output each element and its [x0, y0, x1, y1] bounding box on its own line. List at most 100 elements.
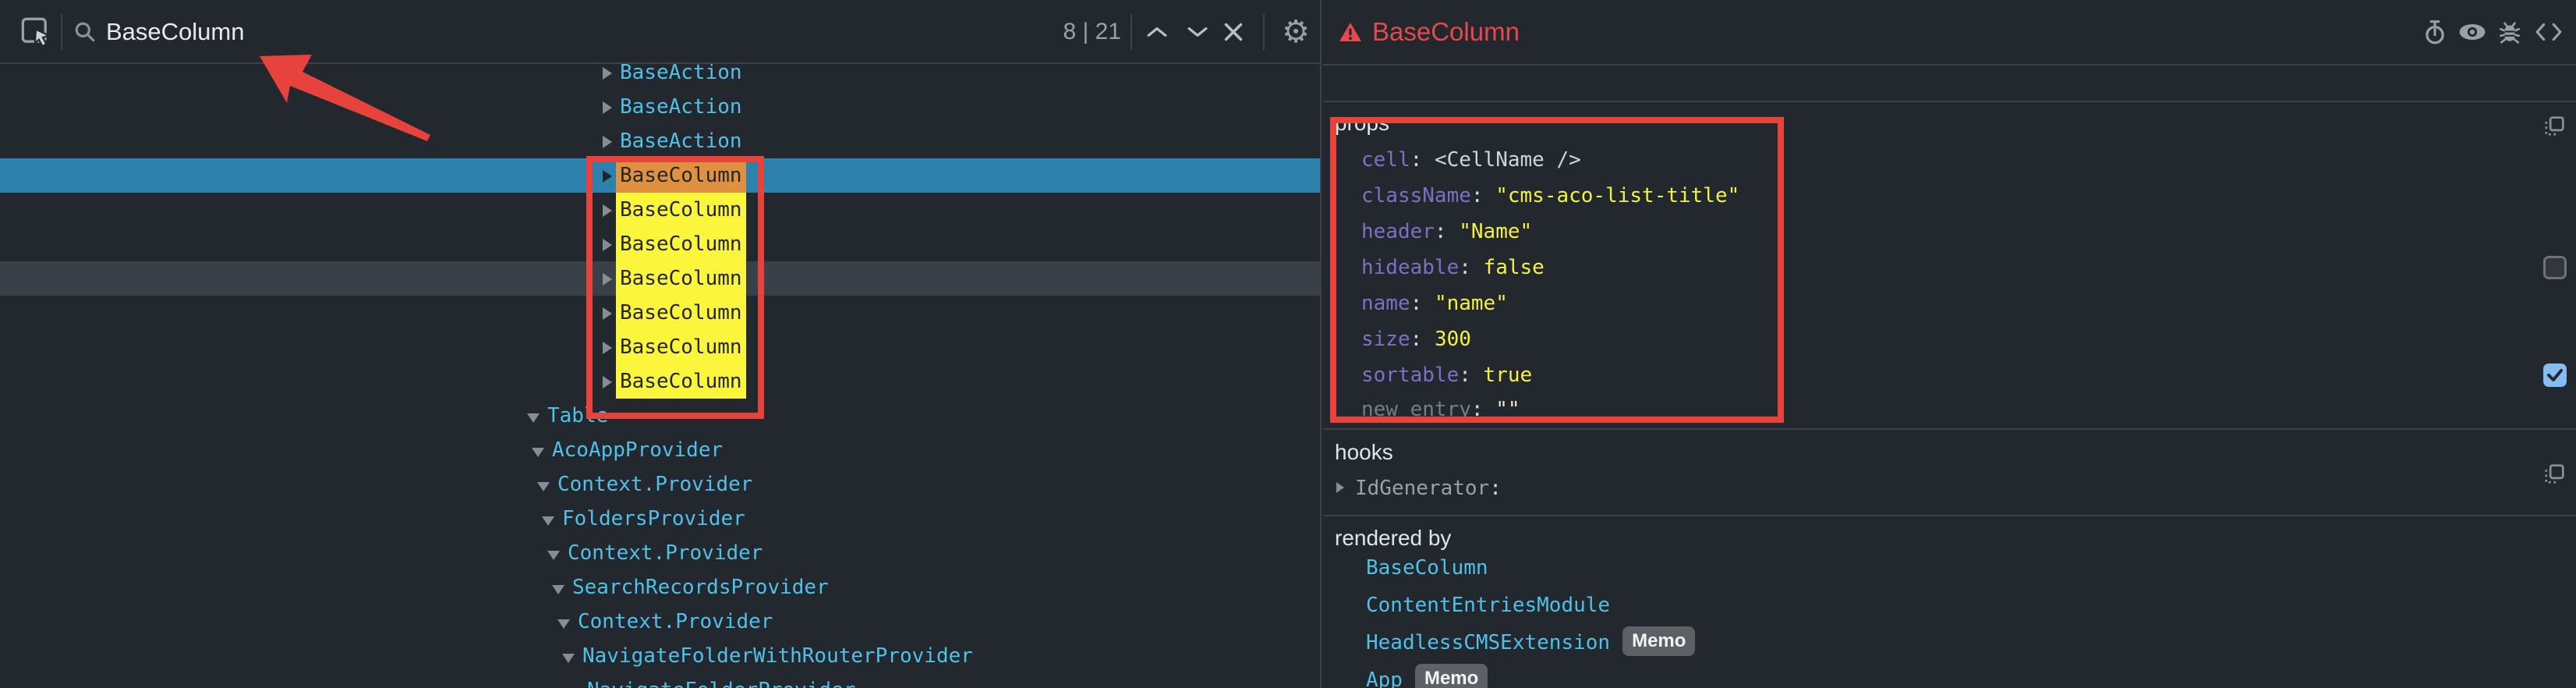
colon — [1435, 220, 1447, 243]
collapse-triangle-icon[interactable] — [1336, 482, 1344, 493]
hook-name: IdGenerator — [1355, 477, 1489, 500]
tree-row[interactable]: BaseAction — [0, 124, 1322, 158]
colon — [1459, 256, 1471, 279]
hideable-checkbox[interactable] — [2543, 256, 2567, 279]
collapse-triangle-icon[interactable] — [603, 342, 612, 354]
current-search-match: BaseColumn — [616, 158, 746, 193]
expand-triangle-icon[interactable] — [547, 551, 560, 560]
prop-value[interactable]: <CellName /> — [1435, 148, 1581, 172]
chevron-up-icon — [1147, 26, 1167, 38]
collapse-triangle-icon[interactable] — [603, 273, 612, 285]
clear-search-button[interactable] — [1221, 0, 1246, 64]
tree-row-hovered[interactable]: BaseColumn — [0, 261, 1322, 296]
colon — [1471, 184, 1484, 207]
search-icon — [73, 0, 97, 64]
tree-row[interactable]: Context.Provider — [0, 536, 1322, 570]
prop-key: cell — [1361, 148, 1410, 172]
inspected-element-header: BaseColumn — [1323, 0, 2576, 64]
component-name: FoldersProvider — [562, 502, 745, 536]
component-name: Context.Provider — [557, 467, 752, 502]
hooks-section-title: hooks — [1335, 438, 1393, 466]
collapse-triangle-icon[interactable] — [603, 307, 612, 320]
inspect-element-button[interactable] — [19, 0, 53, 64]
tree-row[interactable]: BaseColumn — [0, 364, 1322, 399]
search-match: BaseColumn — [616, 227, 746, 261]
component-name: NavigateFolderWithRouterProvider — [582, 639, 973, 673]
log-to-console-button[interactable] — [2497, 0, 2522, 64]
tree-row[interactable]: AcoAppProvider — [0, 433, 1322, 467]
inspected-element-panel: BaseColumn — [1323, 0, 2576, 688]
collapse-triangle-icon[interactable] — [603, 67, 612, 80]
prop-value[interactable]: 300 — [1435, 328, 1471, 351]
tree-row-selected[interactable]: BaseColumn — [0, 158, 1322, 193]
stopwatch-icon — [2422, 19, 2447, 45]
tree-row[interactable]: Table — [0, 399, 1322, 433]
collapse-triangle-icon[interactable] — [603, 239, 612, 251]
prop-key: sortable — [1361, 364, 1459, 387]
view-source-button[interactable] — [2535, 0, 2563, 64]
tree-row[interactable]: Context.Provider — [0, 467, 1322, 502]
section-divider — [1323, 515, 2576, 516]
bug-icon — [2497, 19, 2522, 45]
copy-props-button[interactable] — [2543, 115, 2565, 137]
expand-triangle-icon[interactable] — [542, 516, 554, 526]
component-name: BaseColumn — [616, 261, 746, 296]
tree-row[interactable]: BaseColumn — [0, 296, 1322, 330]
component-name: BaseColumn — [616, 158, 746, 193]
inspect-cursor-icon — [20, 16, 51, 48]
search-match: BaseColumn — [616, 261, 746, 296]
tree-row[interactable]: NavigateFolderProvider — [0, 673, 1322, 688]
inspect-dom-button[interactable] — [2458, 0, 2486, 64]
tree-row[interactable]: SearchRecordsProvider — [0, 570, 1322, 605]
prop-key: new entry — [1361, 398, 1471, 421]
previous-match-button[interactable] — [1145, 0, 1169, 64]
component-name: BaseAction — [620, 90, 742, 124]
tree-row[interactable]: BaseAction — [0, 90, 1322, 124]
tree-row[interactable]: BaseColumn — [0, 330, 1322, 364]
component-name: BaseAction — [620, 124, 742, 158]
component-name: BaseColumn — [616, 296, 746, 330]
close-icon — [1223, 22, 1244, 42]
tree-row[interactable]: FoldersProvider — [0, 502, 1322, 536]
component-name: BaseColumn — [616, 193, 746, 227]
search-input[interactable] — [104, 11, 1001, 53]
memo-badge: Memo — [1622, 626, 1695, 656]
prop-key: size — [1361, 328, 1410, 351]
collapse-triangle-icon[interactable] — [603, 204, 612, 217]
hook-row[interactable]: IdGenerator — [1335, 471, 1502, 505]
prop-row: hideable false — [1361, 250, 1545, 285]
expand-triangle-icon[interactable] — [557, 619, 570, 629]
sortable-checkbox[interactable] — [2543, 364, 2567, 387]
next-match-button[interactable] — [1185, 0, 1210, 64]
prop-value[interactable]: "name" — [1435, 292, 1508, 315]
suspense-toggle-button[interactable] — [2422, 0, 2447, 64]
rendered-by-link[interactable]: ContentEntriesModule — [1366, 587, 1610, 624]
tree-row[interactable]: Context.Provider — [0, 605, 1322, 639]
tree-row[interactable]: BaseColumn — [0, 193, 1322, 227]
checkmark-icon — [2546, 366, 2564, 385]
collapse-triangle-icon[interactable] — [603, 136, 612, 148]
expand-triangle-icon[interactable] — [532, 448, 544, 457]
expand-triangle-icon[interactable] — [562, 654, 575, 663]
settings-button[interactable]: ⚙ — [1279, 0, 1313, 64]
expand-triangle-icon[interactable] — [552, 585, 564, 594]
expand-triangle-icon[interactable] — [527, 413, 540, 423]
expand-triangle-icon[interactable] — [537, 482, 550, 491]
prop-row-new-entry: new entry "" — [1361, 392, 1520, 427]
prop-value[interactable]: false — [1484, 256, 1545, 279]
copy-hooks-button[interactable] — [2543, 463, 2565, 485]
collapse-triangle-icon[interactable] — [603, 101, 612, 114]
prop-value[interactable]: "cms-aco-list-title" — [1495, 184, 1739, 207]
collapse-triangle-icon[interactable] — [603, 170, 612, 183]
rendered-by-link[interactable]: HeadlessCMSExtensionMemo — [1366, 625, 1695, 661]
component-name: BaseColumn — [616, 227, 746, 261]
rendered-by-link[interactable]: AppMemo — [1366, 662, 1488, 688]
rendered-by-link[interactable]: BaseColumn — [1366, 550, 1488, 587]
tree-row[interactable]: NavigateFolderWithRouterProvider — [0, 639, 1322, 673]
prop-value[interactable]: true — [1484, 364, 1533, 387]
tree-row[interactable]: BaseColumn — [0, 227, 1322, 261]
new-prop-value-input[interactable]: "" — [1495, 398, 1520, 421]
prop-value[interactable]: "Name" — [1459, 220, 1532, 243]
prop-row: size 300 — [1361, 321, 1471, 357]
collapse-triangle-icon[interactable] — [603, 376, 612, 388]
